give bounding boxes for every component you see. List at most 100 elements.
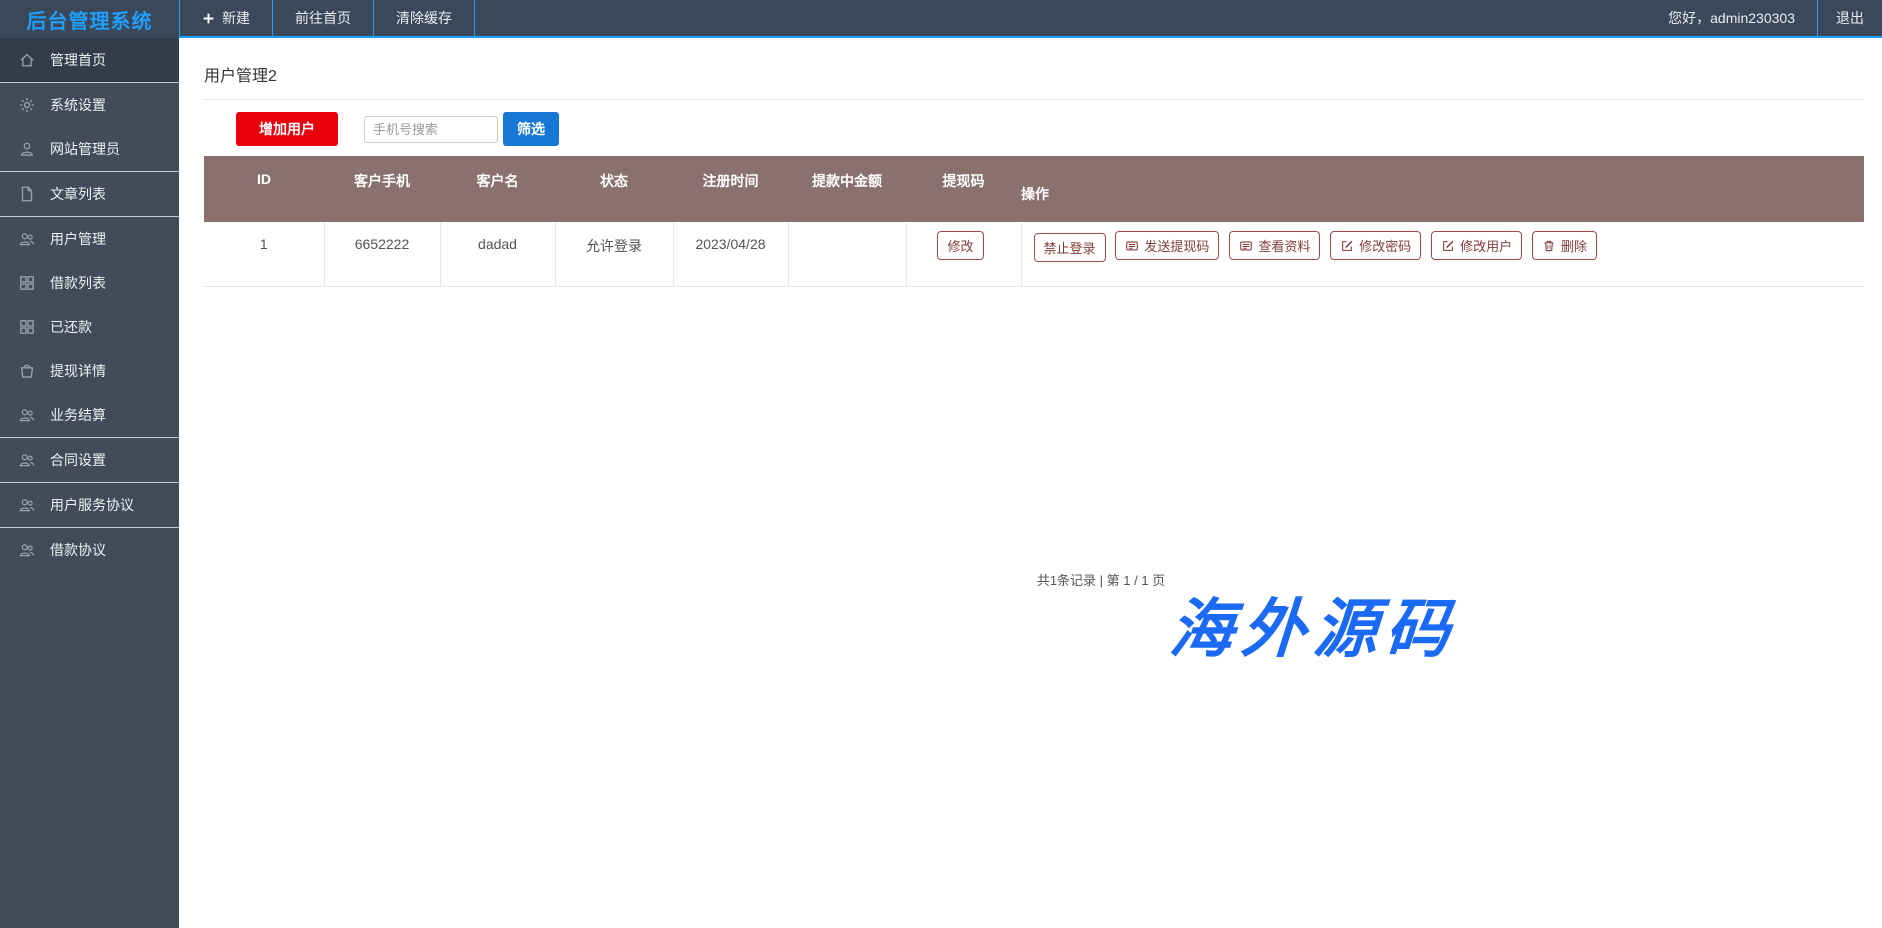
sidebar-item-site-admins[interactable]: 网站管理员: [0, 127, 179, 171]
sidebar-item-label: 业务结算: [50, 405, 106, 425]
modify-code-button[interactable]: 修改: [937, 231, 983, 260]
change-password-button[interactable]: 修改密码: [1330, 231, 1421, 260]
sidebar-separator: [0, 437, 179, 438]
send-withdraw-code-button[interactable]: 发送提现码: [1115, 231, 1219, 260]
title-divider: [204, 99, 1864, 100]
user-greeting: 您好，admin230303: [1646, 0, 1817, 36]
topbar-content: 新建 前往首页 清除缓存 您好，admin230303 退出: [179, 0, 1882, 38]
sidebar-item-user-management[interactable]: 用户管理: [0, 217, 179, 261]
users-icon: [18, 406, 36, 424]
app-logo: 后台管理系统: [0, 0, 179, 38]
header-withdraw-code: 提现码: [906, 156, 1021, 222]
grid-icon: [18, 318, 36, 336]
menu-item-new[interactable]: 新建: [180, 0, 273, 36]
sidebar-item-article-list[interactable]: 文章列表: [0, 172, 179, 216]
sidebar-separator: [0, 482, 179, 483]
page-title: 用户管理2: [204, 62, 1864, 86]
sidebar-item-system-settings[interactable]: 系统设置: [0, 83, 179, 127]
edit-icon: [1441, 239, 1455, 253]
forbid-login-label: 禁止登录: [1044, 238, 1096, 257]
sidebar-item-label: 合同设置: [50, 450, 106, 470]
users-icon: [18, 451, 36, 469]
user-icon: [18, 140, 36, 158]
header-id: ID: [204, 156, 324, 222]
sidebar-separator: [0, 527, 179, 528]
admin-page: 后台管理系统 新建 前往首页 清除缓存 您好，admin230303 退出: [0, 0, 1882, 928]
header-phone: 客户手机: [324, 156, 440, 222]
sidebar-item-label: 用户管理: [50, 229, 106, 249]
gear-icon: [18, 96, 36, 114]
cell-status: 允许登录: [555, 222, 673, 286]
cell-actions: 禁止登录 发送提现码 查看资料 修改密码: [1021, 222, 1864, 286]
cell-phone: 6652222: [324, 222, 440, 286]
sidebar-item-withdraw-details[interactable]: 提现详情: [0, 349, 179, 393]
cell-withdrawing-amount: [788, 222, 906, 286]
cell-name: dadad: [440, 222, 555, 286]
add-user-button[interactable]: 增加用户: [236, 112, 338, 146]
card-list-icon: [1125, 239, 1139, 253]
sidebar-item-label: 提现详情: [50, 361, 106, 381]
sidebar-item-label: 借款列表: [50, 273, 106, 293]
pagination-status: 共1条记录 | 第 1 / 1 页: [271, 570, 1882, 589]
sidebar-item-loan-list[interactable]: 借款列表: [0, 261, 179, 305]
cell-id: 1: [204, 222, 324, 286]
menu-item-clear-cache[interactable]: 清除缓存: [374, 0, 475, 36]
header-reg-date: 注册时间: [673, 156, 788, 222]
sidebar-item-label: 用户服务协议: [50, 495, 134, 515]
sidebar-item-label: 文章列表: [50, 184, 106, 204]
sidebar-item-loan-agreement[interactable]: 借款协议: [0, 528, 179, 572]
sidebar-separator: [0, 171, 179, 172]
menu-item-go-home-label: 前往首页: [295, 8, 351, 28]
sidebar-separator: [0, 216, 179, 217]
sidebar-separator: [0, 82, 179, 83]
table-header-row: ID 客户手机 客户名 状态 注册时间 提款中金额 提现码 操作: [204, 156, 1864, 222]
grid-icon: [18, 274, 36, 292]
menu-item-go-home[interactable]: 前往首页: [273, 0, 374, 36]
send-withdraw-code-label: 发送提现码: [1144, 236, 1209, 255]
sidebar: 管理首页 系统设置 网站管理员 文章列表 用户管理 借款列表 已还款: [0, 38, 179, 928]
cell-withdraw-code: 修改: [906, 222, 1021, 286]
header-name: 客户名: [440, 156, 555, 222]
view-profile-button[interactable]: 查看资料: [1229, 231, 1320, 260]
edit-user-label: 修改用户: [1460, 236, 1512, 255]
users-icon: [18, 496, 36, 514]
sidebar-item-admin-home[interactable]: 管理首页: [0, 38, 179, 82]
sidebar-item-repaid[interactable]: 已还款: [0, 305, 179, 349]
logout-button[interactable]: 退出: [1817, 0, 1882, 36]
plus-icon: [202, 12, 215, 25]
topbar: 后台管理系统 新建 前往首页 清除缓存 您好，admin230303 退出: [0, 0, 1882, 38]
sidebar-item-label: 已还款: [50, 317, 92, 337]
sidebar-item-label: 系统设置: [50, 95, 106, 115]
home-icon: [18, 51, 36, 69]
header-status: 状态: [555, 156, 673, 222]
sidebar-item-contract-settings[interactable]: 合同设置: [0, 438, 179, 482]
sidebar-item-user-service-agreement[interactable]: 用户服务协议: [0, 483, 179, 527]
sidebar-item-label: 借款协议: [50, 540, 106, 560]
watermark-text: 海外源码: [1167, 578, 1461, 670]
menu-item-clear-cache-label: 清除缓存: [396, 8, 452, 28]
change-password-label: 修改密码: [1359, 236, 1411, 255]
sidebar-item-business-settlement[interactable]: 业务结算: [0, 393, 179, 437]
header-withdrawing-amount: 提款中金额: [788, 156, 906, 222]
trash-icon: [1542, 239, 1556, 253]
cell-reg-date: 2023/04/28: [673, 222, 788, 286]
file-icon: [18, 185, 36, 203]
forbid-login-button[interactable]: 禁止登录: [1034, 233, 1106, 262]
users-icon: [18, 230, 36, 248]
edit-icon: [1340, 239, 1354, 253]
users-icon: [18, 541, 36, 559]
phone-search-input[interactable]: [364, 116, 498, 143]
sidebar-item-label: 网站管理员: [50, 139, 120, 159]
edit-user-button[interactable]: 修改用户: [1431, 231, 1522, 260]
sidebar-item-label: 管理首页: [50, 50, 106, 70]
toolbar: 增加用户 筛选: [236, 112, 1864, 146]
modify-code-label: 修改: [947, 236, 973, 255]
delete-label: 删除: [1561, 236, 1587, 255]
filter-button[interactable]: 筛选: [503, 112, 559, 146]
user-table: ID 客户手机 客户名 状态 注册时间 提款中金额 提现码 操作 1 66522…: [204, 156, 1864, 287]
delete-button[interactable]: 删除: [1532, 231, 1597, 260]
card-list-icon: [1239, 239, 1253, 253]
main-content: 用户管理2 增加用户 筛选 ID 客户手机 客户名 状态 注册时间 提款中金额: [179, 38, 1882, 928]
table-row: 1 6652222 dadad 允许登录 2023/04/28 修改 禁止登录: [204, 222, 1864, 286]
bag-icon: [18, 362, 36, 380]
